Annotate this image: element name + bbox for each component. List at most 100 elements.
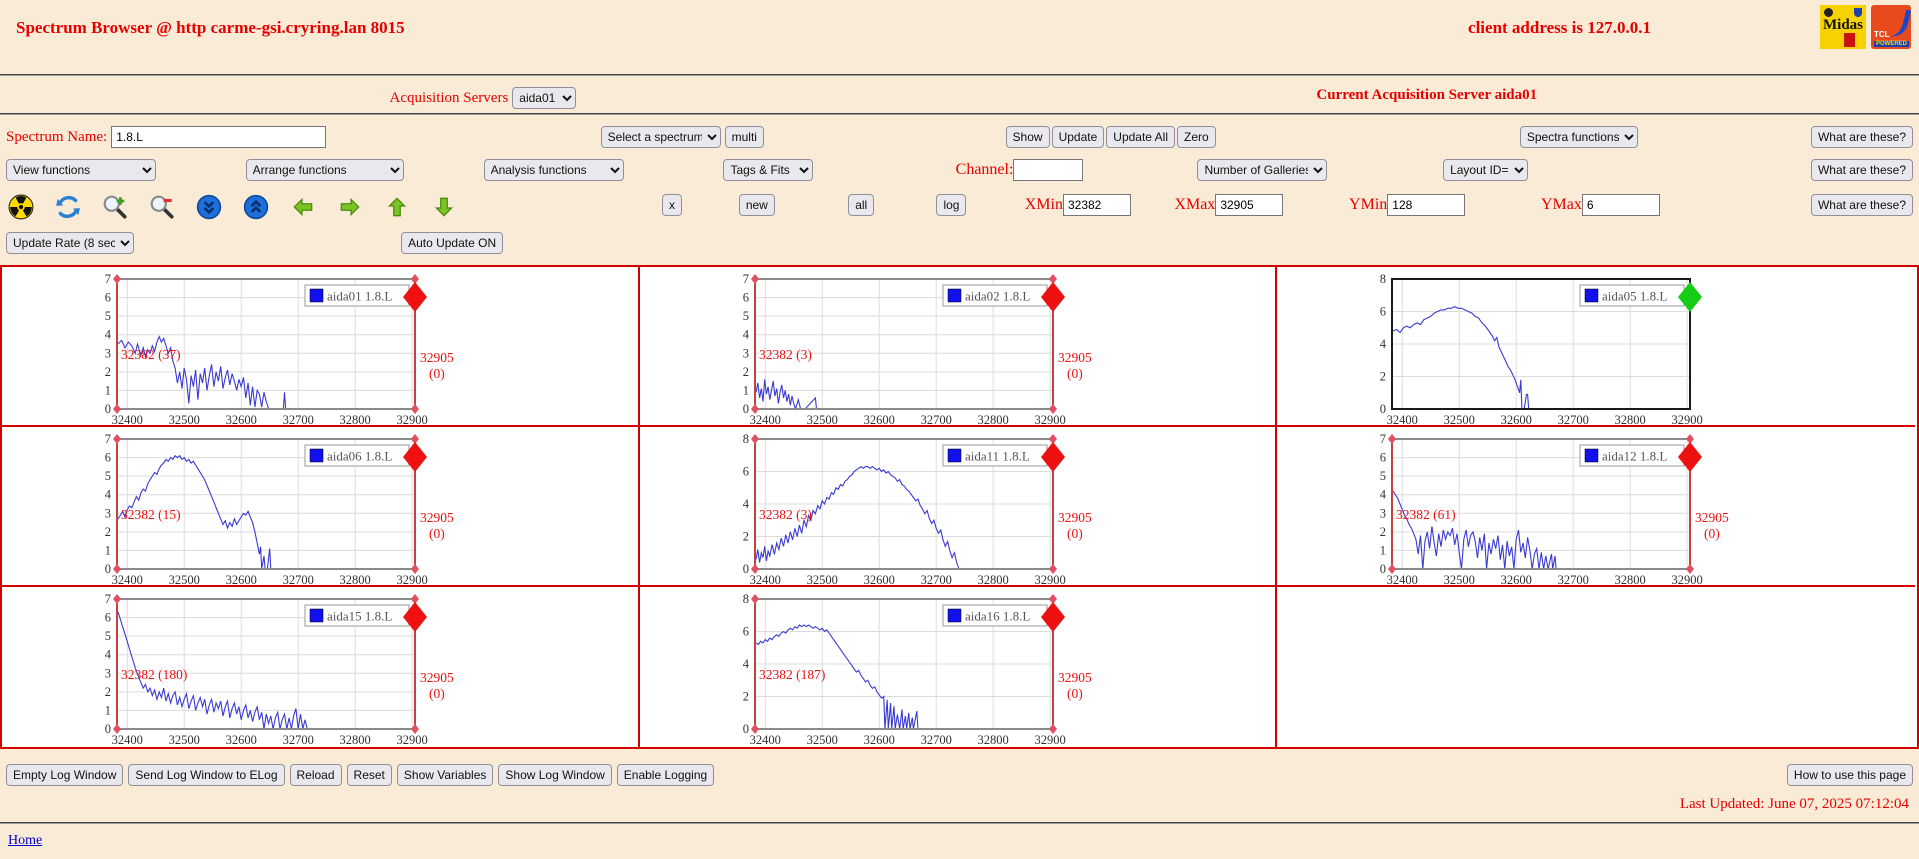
scale-down-icon[interactable] — [196, 194, 222, 220]
spectrum-name-label: Spectrum Name: — [6, 129, 107, 146]
enable-logging-button[interactable]: Enable Logging — [617, 764, 714, 786]
x-group: x — [662, 194, 682, 216]
arrow-down-icon[interactable] — [431, 194, 457, 220]
current-acquisition-server: Current Acquisition Server aida01 — [1316, 87, 1537, 104]
spectrum-plot-cell-aida15[interactable]: 32400325003260032700328003290001234567ai… — [2, 587, 640, 747]
xmin-input[interactable] — [1063, 194, 1131, 216]
auto-update-button[interactable]: Auto Update ON — [401, 232, 503, 254]
spectrum-name-input[interactable] — [111, 126, 326, 148]
svg-text:32400: 32400 — [112, 413, 143, 427]
zoom-out-icon[interactable] — [149, 194, 175, 220]
midas-logo-dot — [1824, 8, 1833, 17]
svg-text:32900: 32900 — [397, 413, 428, 427]
show-log-window-button[interactable]: Show Log Window — [498, 764, 611, 786]
spectrum-plot-cell-aida02[interactable]: 32400325003260032700328003290001234567ai… — [640, 267, 1277, 427]
analysis-functions-group: Analysis functions — [484, 159, 624, 181]
svg-text:32800: 32800 — [340, 413, 371, 427]
ymax-input[interactable] — [1582, 194, 1660, 216]
channel-label: Channel: — [956, 161, 1014, 179]
svg-text:32700: 32700 — [283, 413, 314, 427]
svg-text:32900: 32900 — [397, 573, 428, 587]
xmin-label: XMin — [1025, 196, 1063, 214]
svg-text:32800: 32800 — [340, 573, 371, 587]
svg-text:32400: 32400 — [112, 733, 143, 747]
what-are-these-button[interactable]: What are these? — [1811, 194, 1913, 216]
spectrum-browser-page: { "colors":{"page_bg":"#faebd7","red_tex… — [0, 0, 1919, 859]
radiation-icon[interactable] — [8, 194, 34, 220]
send-log-to-elog-button[interactable]: Send Log Window to ELog — [128, 764, 284, 786]
log-button[interactable]: log — [936, 194, 966, 216]
update-all-button[interactable]: Update All — [1106, 126, 1175, 148]
svg-text:32900: 32900 — [1672, 413, 1703, 427]
what-are-these-1: What are these? — [1811, 126, 1913, 148]
select-spectrum-dropdown[interactable]: Select a spectrum — [601, 126, 721, 148]
reset-button[interactable]: Reset — [347, 764, 392, 786]
spectrum-plot-cell-aida16[interactable]: 32400325003260032700328003290002468aida1… — [640, 587, 1277, 747]
svg-text:7: 7 — [1380, 432, 1386, 446]
svg-text:1: 1 — [1380, 543, 1386, 557]
update-rate-dropdown[interactable]: Update Rate (8 secs) — [6, 232, 134, 254]
what-are-these-button[interactable]: What are these? — [1811, 126, 1913, 148]
svg-text:32500: 32500 — [807, 413, 838, 427]
svg-text:32400: 32400 — [1387, 573, 1418, 587]
midas-logo-redbox — [1844, 33, 1855, 47]
svg-text:32400: 32400 — [750, 413, 781, 427]
show-button[interactable]: Show — [1006, 126, 1050, 148]
spectrum-plot-cell-aida12[interactable]: 32400325003260032700328003290001234567ai… — [1277, 427, 1915, 587]
arrange-functions-dropdown[interactable]: Arrange functions — [246, 159, 404, 181]
how-to-use-button[interactable]: How to use this page — [1787, 764, 1913, 786]
arrow-up-icon[interactable] — [384, 194, 410, 220]
analysis-functions-dropdown[interactable]: Analysis functions — [484, 159, 624, 181]
number-of-galleries-dropdown[interactable]: Number of Galleries — [1197, 159, 1327, 181]
spectrum-plot-cell-aida05[interactable]: 32400325003260032700328003290002468aida0… — [1277, 267, 1915, 427]
svg-text:4: 4 — [743, 657, 750, 671]
svg-text:3: 3 — [105, 346, 111, 360]
acquisition-server-select[interactable]: aida01 — [512, 87, 576, 109]
svg-text:32700: 32700 — [921, 573, 952, 587]
arrow-right-icon[interactable] — [337, 194, 363, 220]
svg-text:32500: 32500 — [807, 733, 838, 747]
svg-text:32382 (3): 32382 (3) — [759, 507, 812, 522]
view-functions-dropdown[interactable]: View functions — [6, 159, 156, 181]
svg-text:32382 (15): 32382 (15) — [121, 507, 181, 522]
svg-text:6: 6 — [1380, 451, 1386, 465]
last-updated: Last Updated: June 07, 2025 07:12:04 — [0, 796, 1909, 813]
scale-up-icon[interactable] — [243, 194, 269, 220]
reload-button[interactable]: Reload — [290, 764, 342, 786]
tags-fits-dropdown[interactable]: Tags & Fits — [723, 159, 813, 181]
new-button[interactable]: new — [739, 194, 775, 216]
footer-buttons-row: Empty Log Window Send Log Window to ELog… — [0, 764, 1919, 788]
svg-text:32905: 32905 — [1058, 670, 1092, 685]
ymin-input[interactable] — [1387, 194, 1465, 216]
xmax-input[interactable] — [1215, 194, 1283, 216]
home-link[interactable]: Home — [8, 833, 42, 849]
xmax-group: XMax — [1174, 194, 1283, 216]
spectrum-plot-cell-aida06[interactable]: 32400325003260032700328003290001234567ai… — [2, 427, 640, 587]
x-button[interactable]: x — [662, 194, 682, 216]
all-button[interactable]: all — [848, 194, 874, 216]
channel-input[interactable] — [1013, 159, 1083, 181]
zoom-in-icon[interactable] — [102, 194, 128, 220]
multi-button[interactable]: multi — [725, 126, 764, 148]
spectra-functions-dropdown[interactable]: Spectra functions — [1520, 126, 1638, 148]
logos: Midas TCL POWERED — [1820, 5, 1911, 49]
spectrum-plot-cell-aida01[interactable]: 32400325003260032700328003290001234567ai… — [2, 267, 640, 427]
svg-text:32500: 32500 — [1444, 573, 1475, 587]
update-button[interactable]: Update — [1052, 126, 1105, 148]
spectrum-plot-cell-aida11[interactable]: 32400325003260032700328003290002468aida1… — [640, 427, 1277, 587]
empty-log-window-button[interactable]: Empty Log Window — [6, 764, 123, 786]
svg-text:32500: 32500 — [169, 573, 200, 587]
arrow-left-icon[interactable] — [290, 194, 316, 220]
zero-button[interactable]: Zero — [1177, 126, 1216, 148]
tcl-logo-text: TCL — [1874, 30, 1890, 39]
svg-text:6: 6 — [105, 611, 111, 625]
what-are-these-button[interactable]: What are these? — [1811, 159, 1913, 181]
spectrum-name-group: Spectrum Name: — [6, 126, 326, 148]
refresh-icon[interactable] — [55, 194, 81, 220]
show-variables-button[interactable]: Show Variables — [397, 764, 494, 786]
svg-text:2: 2 — [743, 365, 749, 379]
svg-text:aida16 1.8.L: aida16 1.8.L — [965, 609, 1030, 624]
layout-id-dropdown[interactable]: Layout ID=3 — [1443, 159, 1528, 181]
svg-text:5: 5 — [1380, 469, 1386, 483]
svg-text:8: 8 — [1380, 272, 1386, 286]
